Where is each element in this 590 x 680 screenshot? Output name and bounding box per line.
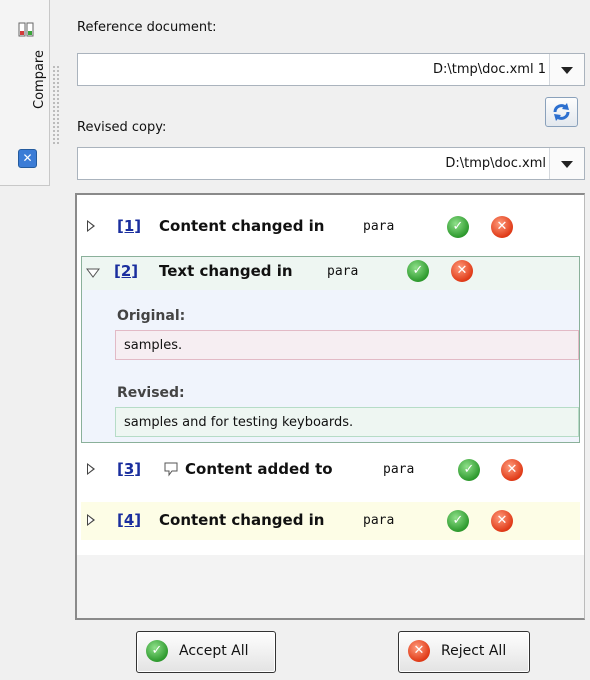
reject-change-icon[interactable]: ✕ xyxy=(451,260,473,282)
change-item-2[interactable]: [2] Text changed in para ✓ ✕ xyxy=(82,257,579,290)
change-item-1[interactable]: [1] Content changed in para ✓ ✕ xyxy=(81,209,580,245)
compare-tab-label: Compare xyxy=(32,50,47,109)
reject-all-button[interactable]: ✕ Reject All xyxy=(398,631,530,673)
reject-change-icon[interactable]: ✕ xyxy=(491,510,513,532)
accept-all-label: Accept All xyxy=(179,643,249,659)
original-label: Original: xyxy=(117,308,186,324)
element-name: para xyxy=(327,264,359,279)
change-number-link[interactable]: [2] xyxy=(114,262,138,280)
original-text: samples. xyxy=(115,330,579,360)
expand-triangle-icon[interactable] xyxy=(87,514,95,526)
change-item-2-expanded: [2] Text changed in para ✓ ✕ Original: s… xyxy=(81,256,580,443)
change-number-link[interactable]: [1] xyxy=(117,217,141,235)
reject-all-label: Reject All xyxy=(441,643,507,659)
change-item-3[interactable]: [3] Content added to para ✓ ✕ xyxy=(81,452,580,488)
splitter-grip[interactable] xyxy=(52,65,60,145)
accept-change-icon[interactable]: ✓ xyxy=(407,260,429,282)
check-circle-icon: ✓ xyxy=(146,640,168,662)
changes-panel: [1] Content changed in para ✓ ✕ [2] Text… xyxy=(75,193,585,620)
change-number-link[interactable]: [4] xyxy=(117,511,141,529)
change-description: Content added to xyxy=(185,460,333,478)
accept-change-icon[interactable]: ✓ xyxy=(447,216,469,238)
comment-bubble-icon[interactable] xyxy=(163,461,179,477)
accept-change-icon[interactable]: ✓ xyxy=(447,510,469,532)
close-compare-icon[interactable]: ✕ xyxy=(18,149,37,168)
compare-side-tab[interactable]: Compare ✕ xyxy=(0,0,50,186)
compare-docs-icon xyxy=(18,22,34,37)
accept-change-icon[interactable]: ✓ xyxy=(458,459,480,481)
change-number-link[interactable]: [3] xyxy=(117,460,141,478)
revised-copy-combo[interactable]: D:\tmp\doc.xml xyxy=(77,147,585,180)
change-description: Text changed in xyxy=(159,262,293,280)
revised-copy-label: Revised copy: xyxy=(77,120,167,135)
reference-document-label: Reference document: xyxy=(77,20,217,35)
revised-copy-value: D:\tmp\doc.xml xyxy=(445,156,546,171)
change-item-4[interactable]: [4] Content changed in para ✓ ✕ xyxy=(81,503,580,539)
reject-change-icon[interactable]: ✕ xyxy=(491,216,513,238)
reference-document-combo[interactable]: D:\tmp\doc.xml 1 xyxy=(77,53,585,86)
accept-all-button[interactable]: ✓ Accept All xyxy=(136,631,276,673)
changes-list: [1] Content changed in para ✓ ✕ [2] Text… xyxy=(77,195,584,555)
chevron-down-icon[interactable] xyxy=(549,148,584,179)
element-name: para xyxy=(363,513,395,528)
reference-document-value: D:\tmp\doc.xml 1 xyxy=(432,62,546,77)
expand-triangle-icon[interactable] xyxy=(87,463,95,475)
revised-text: samples and for testing keyboards. xyxy=(115,407,579,437)
element-name: para xyxy=(383,462,415,477)
revised-label: Revised: xyxy=(117,385,185,401)
refresh-button[interactable] xyxy=(545,97,578,127)
change-description: Content changed in xyxy=(159,217,325,235)
refresh-icon xyxy=(553,103,570,121)
expand-triangle-icon[interactable] xyxy=(87,220,95,232)
x-circle-icon: ✕ xyxy=(408,640,430,662)
chevron-down-icon[interactable] xyxy=(549,54,584,85)
change-description: Content changed in xyxy=(159,511,325,529)
element-name: para xyxy=(363,219,395,234)
reject-change-icon[interactable]: ✕ xyxy=(501,459,523,481)
